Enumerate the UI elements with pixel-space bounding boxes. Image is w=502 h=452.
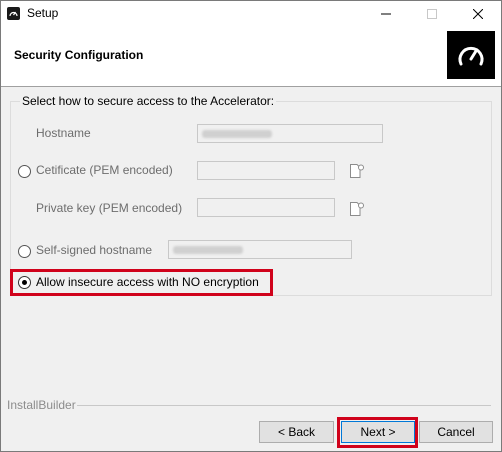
self-signed-radio[interactable] <box>18 245 31 258</box>
self-signed-hostname-field[interactable] <box>168 240 352 259</box>
cancel-button[interactable]: Cancel <box>419 421 493 443</box>
minimize-icon <box>381 13 391 15</box>
page-title: Security Configuration <box>14 48 144 62</box>
hostname-field[interactable] <box>197 124 383 143</box>
minimize-button[interactable] <box>363 1 409 27</box>
insecure-option-highlight <box>10 269 273 296</box>
app-icon <box>7 7 20 20</box>
close-button[interactable] <box>455 1 501 27</box>
title-bar: Setup <box>1 1 501 27</box>
hostname-value-redacted <box>202 130 272 138</box>
self-signed-value-redacted <box>173 246 243 254</box>
installbuilder-label: InstallBuilder <box>7 398 76 412</box>
page-header: Security Configuration <box>1 27 501 87</box>
group-title: Select how to secure access to the Accel… <box>20 94 277 108</box>
maximize-icon <box>427 9 437 19</box>
private-key-label: Private key (PEM encoded) <box>36 201 183 215</box>
certificate-field[interactable] <box>197 161 335 180</box>
private-key-field[interactable] <box>197 198 335 217</box>
file-browse-icon[interactable] <box>349 201 365 217</box>
file-browse-icon[interactable] <box>349 163 365 179</box>
back-button[interactable]: < Back <box>259 421 334 443</box>
window-title: Setup <box>27 6 59 20</box>
footer-divider <box>77 405 491 406</box>
certificate-label: Cetificate (PEM encoded) <box>36 163 173 177</box>
hostname-label: Hostname <box>36 126 91 140</box>
certificate-radio[interactable] <box>18 165 31 178</box>
speedometer-icon <box>458 46 484 66</box>
next-button-highlight <box>337 417 418 448</box>
setup-window: Setup Security Configuration Select how … <box>0 0 502 452</box>
maximize-button[interactable] <box>409 1 455 27</box>
close-icon <box>473 9 483 19</box>
logo <box>447 31 495 79</box>
self-signed-label: Self-signed hostname <box>36 243 153 257</box>
